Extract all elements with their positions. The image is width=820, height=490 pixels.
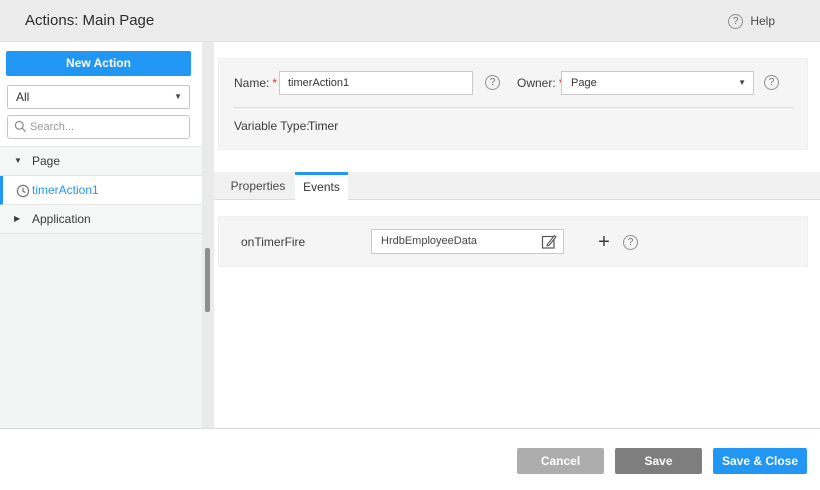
filter-dropdown-value: All <box>16 86 29 108</box>
search-box <box>7 115 190 139</box>
actions-dialog: Actions: Main Page ? Help New Action All… <box>0 0 820 490</box>
owner-label: Owner:* <box>517 71 563 95</box>
sidebar-empty-area <box>0 234 202 428</box>
tree-item-label: timerAction1 <box>32 176 99 204</box>
footer: Cancel Save Save & Close <box>0 428 820 490</box>
name-label-text: Name: <box>234 76 269 90</box>
filter-dropdown[interactable]: All ▼ <box>7 85 190 109</box>
chevron-down-icon: ▼ <box>174 86 182 108</box>
clock-icon <box>16 184 30 198</box>
help-icon: ? <box>728 14 743 29</box>
event-help-icon[interactable]: ? <box>623 235 638 250</box>
chevron-down-icon: ▼ <box>738 72 746 94</box>
event-handler-field[interactable]: HrdbEmployeeData <box>371 229 564 254</box>
cancel-button[interactable]: Cancel <box>517 448 604 474</box>
help-label: Help <box>750 14 775 28</box>
events-panel: onTimerFire HrdbEmployeeData + ? <box>218 216 808 267</box>
caret-down-icon[interactable]: ▼ <box>14 147 22 175</box>
owner-dropdown-value: Page <box>571 72 597 94</box>
save-and-close-button[interactable]: Save & Close <box>713 448 807 474</box>
name-label: Name:* <box>234 71 277 95</box>
add-handler-button[interactable]: + <box>593 217 615 267</box>
sidebar-gutter <box>202 42 214 428</box>
tab-properties[interactable]: Properties <box>224 172 292 200</box>
caret-right-icon[interactable]: ▶ <box>14 205 20 233</box>
tab-bar: Properties Events <box>214 172 820 200</box>
header: Actions: Main Page ? Help <box>0 0 820 42</box>
new-action-button[interactable]: New Action <box>6 51 191 76</box>
sidebar-scrollbar-thumb[interactable] <box>205 248 210 312</box>
tree-item-application[interactable]: ▶ Application <box>0 205 202 234</box>
search-input[interactable] <box>30 117 185 137</box>
tree-item-timeraction1[interactable]: timerAction1 <box>0 176 202 205</box>
name-help-icon[interactable]: ? <box>485 75 500 90</box>
sidebar: New Action All ▼ ▼ Page timerAction1 <box>0 42 202 428</box>
search-icon <box>14 120 27 133</box>
owner-help-icon[interactable]: ? <box>764 75 779 90</box>
tree-item-label: Application <box>32 205 91 233</box>
tree-item-label: Page <box>32 147 60 175</box>
save-button[interactable]: Save <box>615 448 702 474</box>
event-name-label: onTimerFire <box>241 217 305 267</box>
event-handler-value: HrdbEmployeeData <box>381 230 477 253</box>
owner-dropdown[interactable]: Page ▼ <box>561 71 754 95</box>
tree-item-page[interactable]: ▼ Page <box>0 147 202 176</box>
variable-type-value: Timer <box>308 119 338 133</box>
page-title: Actions: Main Page <box>25 0 154 42</box>
owner-label-text: Owner: <box>517 76 556 90</box>
help-link[interactable]: ? Help <box>728 0 775 42</box>
tab-events[interactable]: Events <box>295 172 348 201</box>
action-tree: ▼ Page timerAction1 ▶ Application <box>0 146 202 234</box>
name-input[interactable] <box>279 71 473 95</box>
form-divider <box>234 107 794 108</box>
edit-handler-button[interactable] <box>541 233 558 250</box>
action-form: Name:* ? Owner:* Page ▼ ? Variable Type:… <box>218 58 808 150</box>
edit-icon <box>541 233 558 250</box>
variable-type-label: Variable Type: <box>234 119 310 133</box>
main-panel: Name:* ? Owner:* Page ▼ ? Variable Type:… <box>214 42 820 428</box>
required-marker: * <box>272 76 277 90</box>
